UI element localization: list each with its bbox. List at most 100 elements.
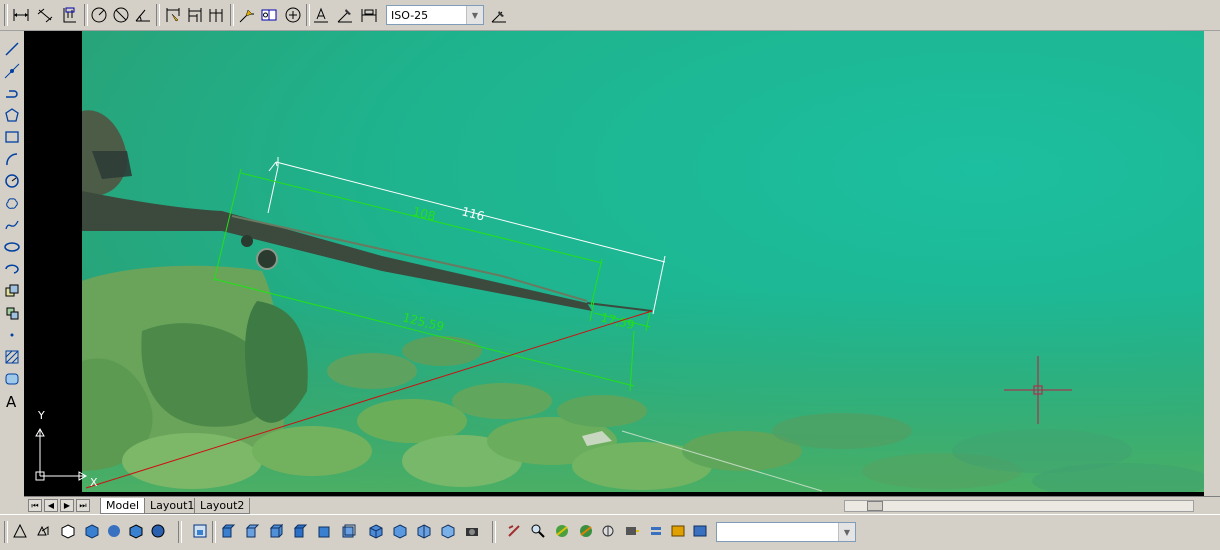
toolbar-separator — [178, 521, 182, 543]
bottom-toolbar: ▼ — [0, 514, 1220, 550]
revision-cloud-icon[interactable] — [1, 193, 23, 213]
next-tab-icon[interactable]: ▶ — [60, 499, 74, 512]
3d-adjust-clip-icon[interactable] — [646, 521, 666, 541]
last-tab-icon[interactable]: ⏭ — [76, 499, 90, 512]
toolbar-separator — [156, 4, 160, 26]
line-icon[interactable] — [1, 39, 23, 59]
radius-dimension-icon[interactable] — [88, 4, 110, 26]
hidden-icon[interactable] — [58, 521, 78, 541]
dimension-text: 116 — [460, 204, 486, 223]
dimension-toolbar: ISO-25 ▼ — [0, 0, 1220, 31]
dimension-116[interactable]: 116 — [267, 157, 666, 315]
named-views-icon[interactable] — [190, 521, 210, 541]
continuous-orbit-icon[interactable] — [576, 521, 596, 541]
polygon-icon[interactable] — [1, 105, 23, 125]
arc-icon[interactable] — [1, 149, 23, 169]
3d-distance-icon[interactable] — [622, 521, 642, 541]
front-clip-icon[interactable] — [668, 521, 688, 541]
dimension-text: 108 — [411, 204, 437, 223]
center-mark-icon[interactable] — [282, 4, 304, 26]
dimension-update-icon[interactable] — [358, 4, 380, 26]
toolbar-separator — [230, 4, 234, 26]
point-icon[interactable] — [1, 325, 23, 345]
insert-block-icon[interactable] — [1, 281, 23, 301]
tab-layout2[interactable]: Layout2 — [194, 498, 251, 514]
multiline-text-icon[interactable]: A — [1, 391, 23, 411]
toolbar-separator — [212, 521, 216, 543]
baseline-dimension-icon[interactable] — [184, 4, 206, 26]
construction-line[interactable] — [85, 310, 653, 489]
previous-tab-icon[interactable]: ◀ — [44, 499, 58, 512]
3d-swivel-icon[interactable] — [598, 521, 618, 541]
3d-zoom-icon[interactable] — [528, 521, 548, 541]
quick-leader-icon[interactable] — [236, 4, 258, 26]
make-block-icon[interactable] — [1, 303, 23, 323]
ucs-y-label: Y — [37, 409, 45, 422]
3d-orbit-icon[interactable] — [552, 521, 572, 541]
vertical-scrollbar[interactable] — [1204, 31, 1220, 496]
front-view-icon[interactable] — [314, 521, 334, 541]
aligned-dimension-icon[interactable] — [34, 4, 56, 26]
circle-icon[interactable] — [1, 171, 23, 191]
svg-text:A: A — [6, 393, 17, 409]
ucs-icon: Y X — [35, 409, 98, 489]
back-clip-icon[interactable] — [690, 521, 710, 541]
chevron-down-icon[interactable]: ▼ — [838, 523, 855, 541]
3d-wireframe-icon[interactable] — [34, 521, 54, 541]
ordinate-dimension-icon[interactable] — [58, 4, 80, 26]
chevron-down-icon[interactable]: ▼ — [466, 6, 483, 24]
camera-icon[interactable] — [462, 521, 482, 541]
gouraud-shaded-icon[interactable] — [104, 521, 124, 541]
region-icon[interactable] — [1, 369, 23, 389]
hatch-icon[interactable] — [1, 347, 23, 367]
dimension-text: 125,59 — [401, 310, 445, 334]
dimension-108[interactable]: 108 — [213, 168, 603, 307]
angular-dimension-icon[interactable] — [132, 4, 154, 26]
first-tab-icon[interactable]: ⏮ — [28, 499, 42, 512]
tab-layout1[interactable]: Layout1 — [144, 498, 201, 514]
sw-isometric-icon[interactable] — [366, 521, 386, 541]
drawing-viewport[interactable]: 116 108 125,59 17,59 Y X — [24, 31, 1220, 496]
crosshair-cursor — [1004, 356, 1072, 424]
back-view-icon[interactable] — [338, 521, 358, 541]
right-view-icon[interactable] — [290, 521, 310, 541]
dimension-style-value: ISO-25 — [391, 9, 429, 22]
continue-dimension-icon[interactable] — [206, 4, 228, 26]
dimension-text-edit-icon[interactable] — [334, 4, 356, 26]
flat-shaded-icon[interactable] — [82, 521, 102, 541]
polyline-icon[interactable] — [1, 83, 23, 103]
horizontal-scrollbar[interactable] — [844, 500, 1194, 512]
quick-dimension-icon[interactable] — [162, 4, 184, 26]
construction-line-icon[interactable] — [1, 61, 23, 81]
tab-model[interactable]: Model — [100, 498, 146, 514]
layout-tab-bar: ⏮ ◀ ▶ ⏭ Model Layout1 Layout2 — [24, 496, 1220, 515]
dimension-edit-icon[interactable] — [310, 4, 332, 26]
diameter-dimension-icon[interactable] — [110, 4, 132, 26]
tolerance-icon[interactable] — [258, 4, 280, 26]
scrollbar-thumb[interactable] — [867, 501, 883, 511]
dimension-style-icon[interactable] — [488, 4, 510, 26]
toolbar-grip[interactable] — [4, 521, 8, 543]
3d-pan-icon[interactable] — [504, 521, 524, 541]
view-select[interactable]: ▼ — [716, 522, 856, 542]
ellipse-icon[interactable] — [1, 237, 23, 257]
ne-isometric-icon[interactable] — [414, 521, 434, 541]
cad-overlay: 116 108 125,59 17,59 Y X — [35, 157, 1072, 489]
nw-isometric-icon[interactable] — [438, 521, 458, 541]
toolbar-grip[interactable] — [4, 4, 8, 26]
top-view-icon[interactable] — [218, 521, 238, 541]
spline-icon[interactable] — [1, 215, 23, 235]
rectangle-icon[interactable] — [1, 127, 23, 147]
se-isometric-icon[interactable] — [390, 521, 410, 541]
linear-dimension-icon[interactable] — [10, 4, 32, 26]
draw-toolbar: A — [0, 31, 24, 496]
dimension-125-59[interactable]: 125,59 — [213, 278, 635, 392]
2d-wireframe-icon[interactable] — [10, 521, 30, 541]
dimension-style-select[interactable]: ISO-25 ▼ — [386, 5, 484, 25]
gouraud-edges-icon[interactable] — [148, 521, 168, 541]
flat-edges-icon[interactable] — [126, 521, 146, 541]
ellipse-arc-icon[interactable] — [1, 259, 23, 279]
ucs-x-label: X — [90, 476, 98, 489]
left-view-icon[interactable] — [266, 521, 286, 541]
bottom-view-icon[interactable] — [242, 521, 262, 541]
